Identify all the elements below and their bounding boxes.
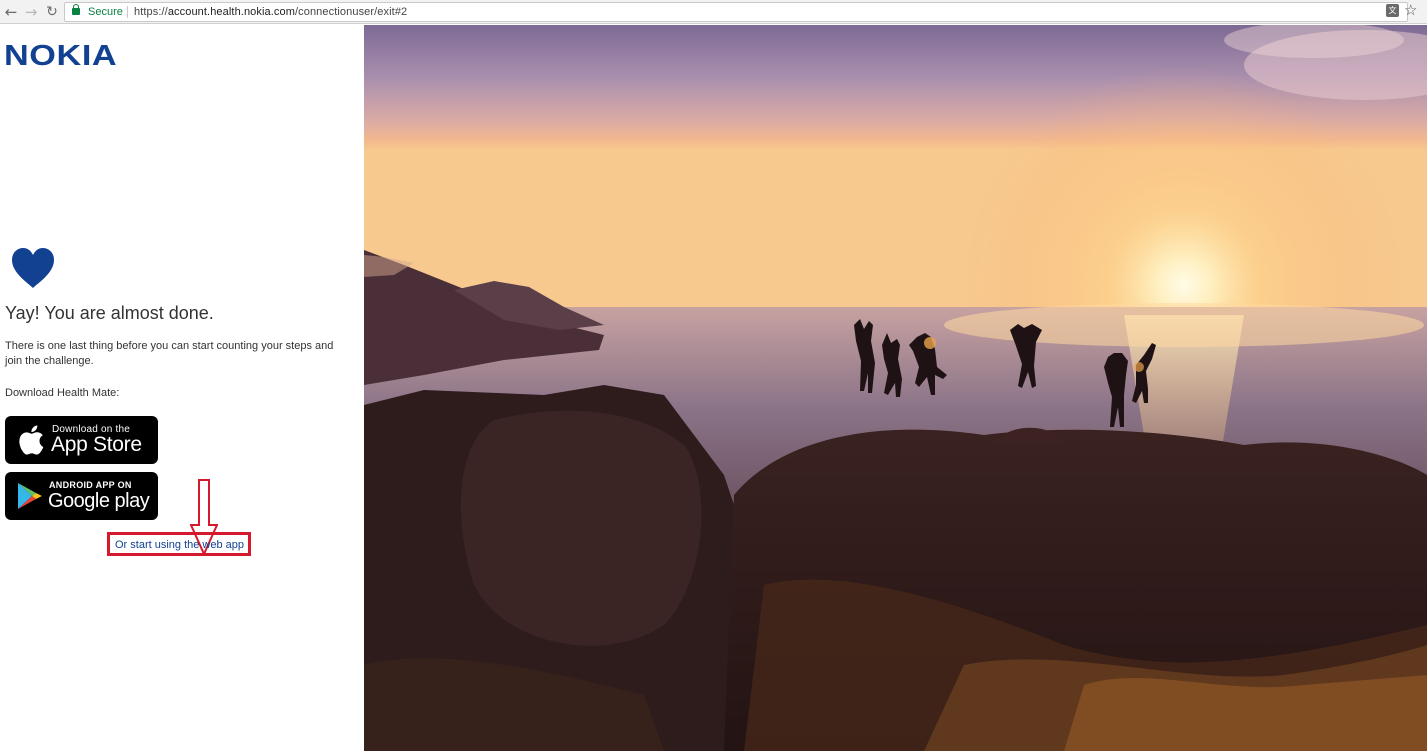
bookmark-star-icon[interactable]: ☆ xyxy=(1404,1,1417,21)
forward-arrow-icon[interactable]: → xyxy=(22,3,40,21)
google-play-button[interactable]: ANDROID APP ON Google play xyxy=(5,472,158,520)
url-text[interactable]: https://account.health.nokia.com/connect… xyxy=(134,5,407,19)
translate-icon[interactable]: 文 xyxy=(1386,4,1399,17)
hero-photo xyxy=(364,25,1427,751)
google-play-icon xyxy=(18,483,42,509)
nokia-logo: NOKIA xyxy=(4,40,118,72)
heart-icon xyxy=(12,248,54,288)
download-label: Download Health Mate: xyxy=(5,387,120,399)
instruction-text: There is one last thing before you can s… xyxy=(5,340,334,367)
url-scheme: https:// xyxy=(134,6,168,18)
url-path: /connectionuser/exit#2 xyxy=(294,6,408,18)
annotation-highlight-box: Or start using the web app xyxy=(107,532,251,556)
lock-icon xyxy=(72,4,80,15)
url-host: account.health.nokia.com xyxy=(167,6,295,18)
page-headline: Yay! You are almost done. xyxy=(5,303,214,323)
address-divider xyxy=(127,6,128,18)
sunset-jumping-people-image xyxy=(364,25,1427,751)
address-bar[interactable]: Secure https://account.health.nokia.com/… xyxy=(64,2,1408,22)
app-store-button[interactable]: Download on the App Store xyxy=(5,416,158,464)
back-arrow-icon[interactable]: ← xyxy=(2,3,20,21)
apple-icon xyxy=(19,425,44,455)
secure-label: Secure xyxy=(88,6,123,18)
web-app-link[interactable]: Or start using the web app xyxy=(115,538,244,552)
left-panel: NOKIA Yay! You are almost done. There is… xyxy=(0,25,364,751)
browser-toolbar: ← → ↻ Secure https://account.health.noki… xyxy=(0,0,1427,24)
reload-icon[interactable]: ↻ xyxy=(43,3,61,21)
app-store-big-label: App Store xyxy=(51,433,142,456)
google-play-big-label: Google play xyxy=(48,490,150,512)
